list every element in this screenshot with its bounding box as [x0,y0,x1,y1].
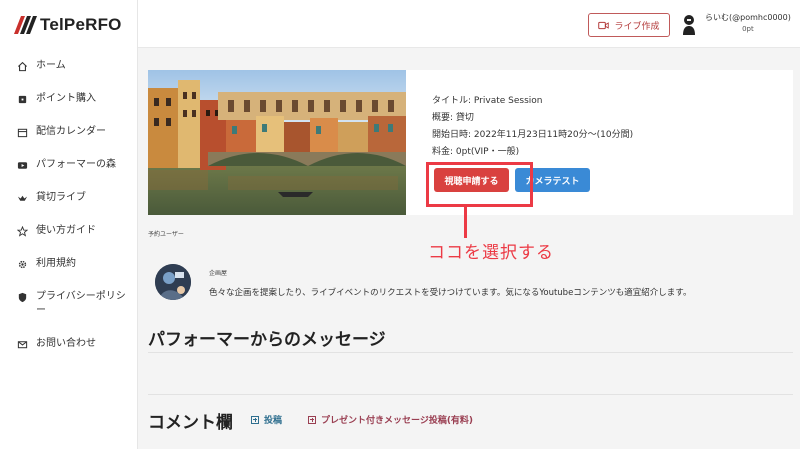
sidebar-item-label: プライバシーポリシー [36,291,126,316]
shield-icon [16,291,28,303]
reserved-users-label: 予約ユーザー [148,231,184,238]
create-live-label: ライブ作成 [614,21,660,32]
sidebar-item-calendar[interactable]: 配信カレンダー [0,116,138,149]
mail-icon [16,338,28,350]
gift-message-label: プレゼント付きメッセージ投稿(有料) [321,416,474,426]
performer-message-title: パフォーマーからのメッセージ [148,330,386,350]
sidebar-item-label: お問い合わせ [36,338,96,349]
user-info: らいむ(@pomhc0000) 0pt [705,12,791,35]
live-camera-icon [598,21,610,29]
crown-icon [16,192,28,204]
sidebar-item-label: 使い方ガイド [36,225,96,236]
planner-role: 企画屋 [209,270,228,277]
sidebar-item-points[interactable]: ポイント購入 [0,83,138,116]
wallet-icon [16,93,28,105]
calendar-icon [16,126,28,138]
annotation-pointer-line [464,207,467,238]
plus-box-icon [251,415,259,424]
sidebar-item-label: 利用規約 [36,258,76,269]
video-icon [16,159,28,171]
live-title: タイトル: Private Session [432,96,543,106]
sidebar-item-label: 配信カレンダー [36,126,106,137]
top-bar: ライブ作成 らいむ(@pomhc0000) 0pt [138,0,800,48]
live-info: タイトル: Private Session 概要: 貸切 開始日時: 2022年… [432,95,633,163]
sidebar-item-label: ホーム [36,60,66,71]
avatar [683,15,695,35]
annotation-highlight-box [426,162,533,207]
live-summary: 概要: 貸切 [432,113,474,123]
live-thumbnail [148,70,406,215]
section-divider [148,394,793,395]
star-icon [16,225,28,237]
live-fee: 料金: 0pt(VIP・一般) [432,147,520,157]
gift-message-link[interactable]: プレゼント付きメッセージ投稿(有料) [308,413,473,426]
sidebar-item-contact[interactable]: お問い合わせ [0,328,138,361]
user-points: 0pt [742,25,754,33]
comment-section-title: コメント欄 [148,413,233,433]
sidebar-item-guide[interactable]: 使い方ガイド [0,215,138,248]
post-comment-link[interactable]: 投稿 [251,413,282,426]
sidebar: TelPeRFO ホーム ポイント購入 配信カレンダー パフォーマーの森 貸切ラ… [0,0,138,449]
annotation-text: ココを選択する [428,243,554,263]
user-menu[interactable]: らいむ(@pomhc0000) 0pt [681,12,791,36]
sidebar-item-performer-forest[interactable]: パフォーマーの森 [0,149,138,182]
sidebar-item-home[interactable]: ホーム [0,50,138,83]
live-start-time: 開始日時: 2022年11月23日11時20分〜(10分間) [432,130,634,140]
sidebar-item-private-live[interactable]: 貸切ライブ [0,182,138,215]
sidebar-item-privacy[interactable]: プライバシーポリシー [0,281,138,328]
post-comment-label: 投稿 [264,416,283,426]
logo[interactable]: TelPeRFO [14,14,122,36]
planner-avatar[interactable] [155,264,191,300]
sidebar-nav: ホーム ポイント購入 配信カレンダー パフォーマーの森 貸切ライブ 使い方ガイド… [0,50,138,361]
plus-box-icon [308,415,316,424]
planner-description: 色々な企画を提案したり、ライブイベントのリクエストを受けつけています。気になるY… [209,288,692,298]
create-live-button[interactable]: ライブ作成 [588,13,670,37]
logo-text: TelPeRFO [40,15,122,34]
sidebar-item-terms[interactable]: 利用規約 [0,248,138,281]
sidebar-item-label: 貸切ライブ [36,192,86,203]
logo-mark-icon [14,16,37,34]
section-divider [148,352,793,353]
home-icon [16,60,28,72]
gear-icon [16,258,28,270]
sidebar-item-label: パフォーマーの森 [36,159,116,170]
sidebar-item-label: ポイント購入 [36,93,96,104]
user-name: らいむ(@pomhc0000) [705,13,791,22]
